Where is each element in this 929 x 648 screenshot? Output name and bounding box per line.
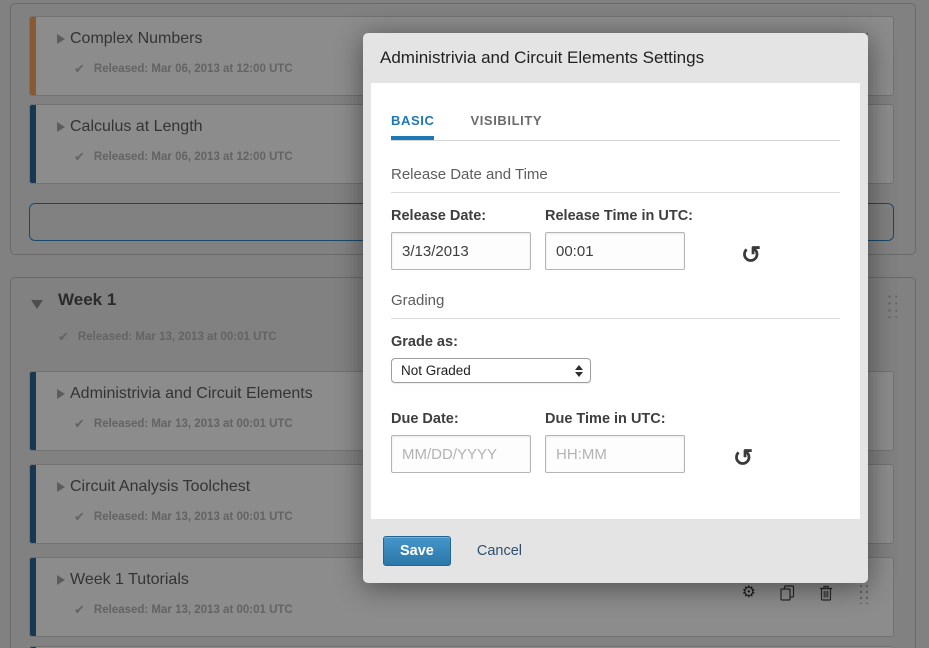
subsection-settings-modal: Administrivia and Circuit Elements Setti… — [363, 33, 868, 583]
modal-body: BASIC VISIBILITY Release Date and Time R… — [371, 83, 860, 519]
modal-tab-bar: BASIC VISIBILITY — [391, 113, 840, 141]
tab-basic[interactable]: BASIC — [391, 113, 434, 140]
select-arrows-icon — [575, 365, 583, 377]
release-time-input[interactable] — [545, 232, 685, 270]
release-date-label: Release Date: — [391, 208, 531, 224]
release-section-heading: Release Date and Time — [391, 166, 840, 193]
modal-footer: Save Cancel — [363, 519, 868, 583]
due-date-label: Due Date: — [391, 411, 531, 427]
cancel-link[interactable]: Cancel — [477, 543, 522, 559]
release-date-input[interactable] — [391, 232, 531, 270]
reset-release-date-icon[interactable]: ↺ — [741, 246, 761, 266]
grade-as-selected-value: Not Graded — [401, 363, 471, 378]
tab-visibility[interactable]: VISIBILITY — [470, 113, 542, 140]
grade-as-select[interactable]: Not Graded — [391, 358, 591, 383]
grade-as-label: Grade as: — [391, 334, 840, 350]
grading-section-heading: Grading — [391, 292, 840, 319]
modal-title: Administrivia and Circuit Elements Setti… — [363, 33, 868, 83]
due-time-input[interactable] — [545, 435, 685, 473]
release-time-label: Release Time in UTC: — [545, 208, 693, 224]
due-date-input[interactable] — [391, 435, 531, 473]
due-time-label: Due Time in UTC: — [545, 411, 685, 427]
reset-due-date-icon[interactable]: ↺ — [733, 449, 753, 469]
save-button[interactable]: Save — [383, 536, 451, 566]
